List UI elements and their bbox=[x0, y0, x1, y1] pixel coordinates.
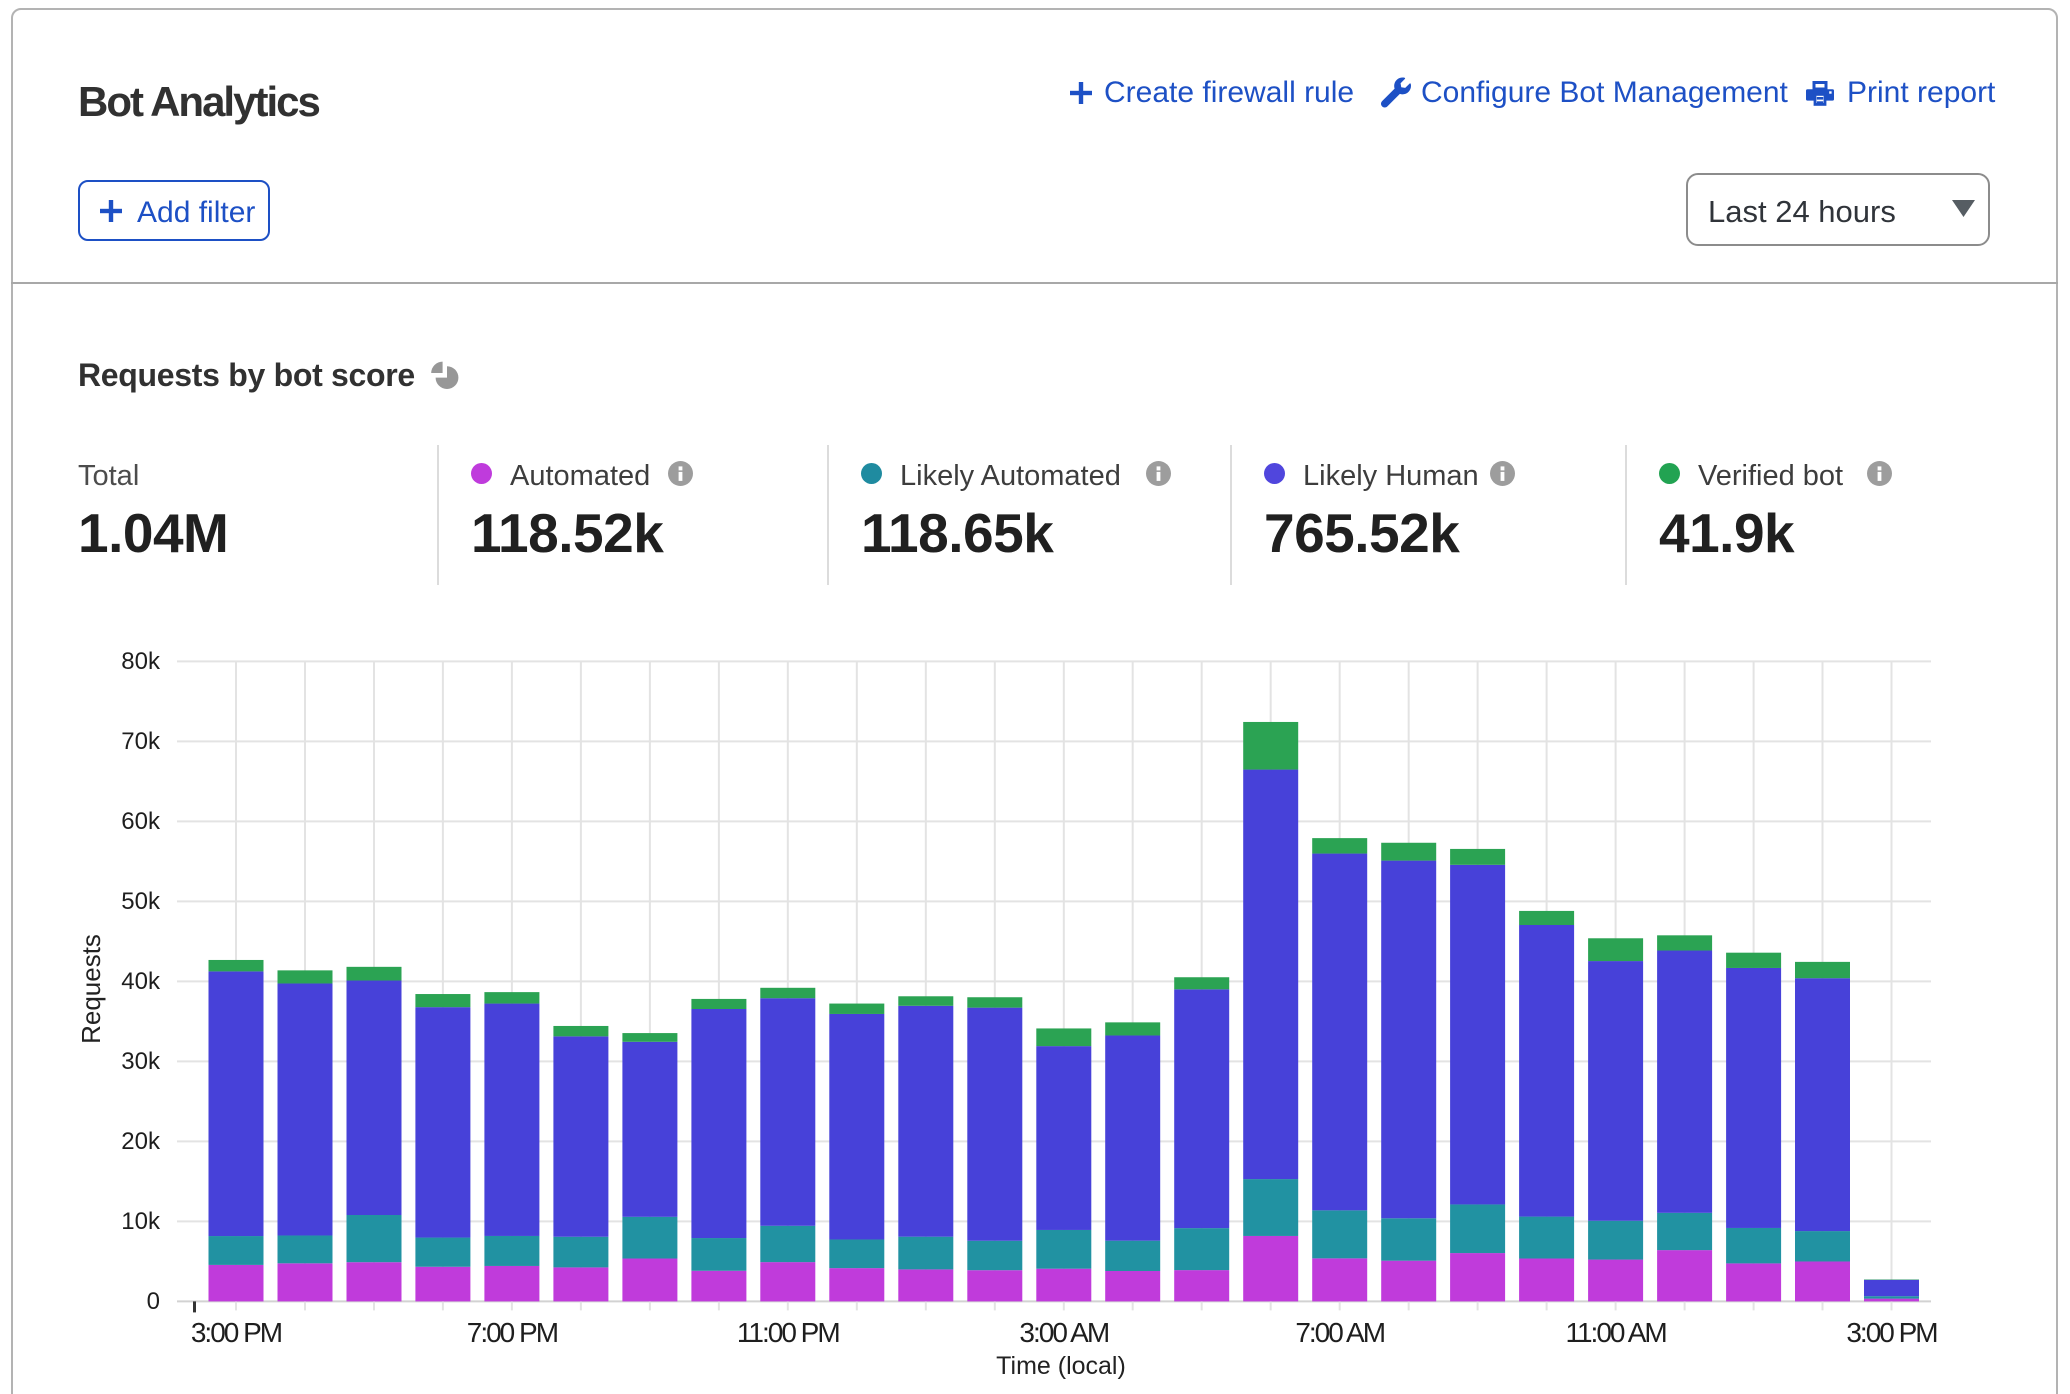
svg-text:3:00 AM: 3:00 AM bbox=[1019, 1317, 1108, 1348]
svg-text:0: 0 bbox=[147, 1288, 160, 1315]
svg-text:70k: 70k bbox=[121, 728, 161, 755]
svg-text:7:00 PM: 7:00 PM bbox=[467, 1317, 558, 1348]
svg-text:11:00 PM: 11:00 PM bbox=[737, 1317, 839, 1348]
svg-text:3:00 PM: 3:00 PM bbox=[191, 1317, 282, 1348]
svg-text:Time (local): Time (local) bbox=[996, 1352, 1126, 1380]
svg-text:60k: 60k bbox=[121, 808, 161, 835]
svg-text:Requests: Requests bbox=[76, 934, 106, 1044]
svg-text:20k: 20k bbox=[121, 1128, 161, 1155]
svg-text:50k: 50k bbox=[121, 888, 161, 915]
svg-text:11:00 AM: 11:00 AM bbox=[1565, 1317, 1666, 1348]
svg-text:30k: 30k bbox=[121, 1048, 161, 1075]
svg-text:40k: 40k bbox=[121, 968, 161, 995]
svg-text:3:00 PM: 3:00 PM bbox=[1846, 1317, 1937, 1348]
svg-text:10k: 10k bbox=[121, 1208, 161, 1235]
svg-text:7:00 AM: 7:00 AM bbox=[1295, 1317, 1384, 1348]
svg-text:80k: 80k bbox=[121, 648, 161, 675]
